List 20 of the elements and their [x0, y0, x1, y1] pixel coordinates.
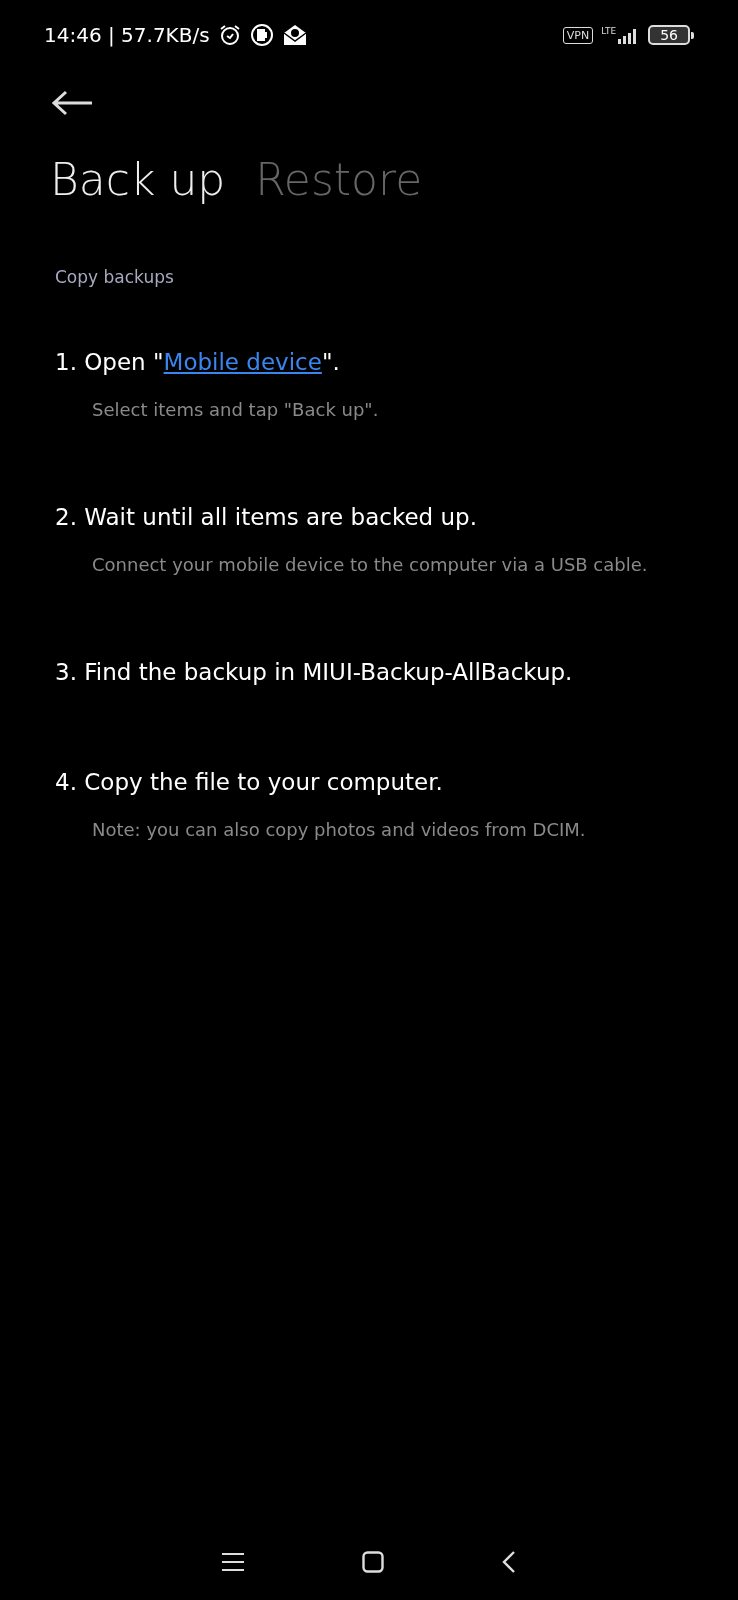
step-title: 1. Open "Mobile device".	[55, 349, 340, 375]
section-title: Copy backups	[55, 267, 174, 287]
step-note: Note: you can also copy photos and videos from DCIM.	[92, 819, 586, 840]
menu-button[interactable]	[222, 1552, 244, 1572]
step-note: Connect your mobile device to the computer via a USB cable.	[92, 554, 648, 575]
tab[interactable]: Restore	[255, 154, 423, 205]
back-button[interactable]	[52, 90, 94, 116]
home-button[interactable]	[362, 1551, 384, 1573]
envelope-icon	[281, 23, 308, 47]
step-title: 2. Wait until all items are backed up.	[55, 504, 477, 530]
status-time: 14:46 | 57.7KB/s	[44, 23, 210, 47]
vpn-indicator: VPN	[562, 26, 594, 44]
tab[interactable]: Back up	[50, 154, 226, 205]
battery-level: 56	[648, 25, 690, 45]
network-type: LTE	[601, 26, 617, 36]
back-nav-button[interactable]	[502, 1550, 516, 1574]
step-note: Select items and tap "Back up".	[92, 399, 379, 420]
mobile-device-link[interactable]: Mobile device	[163, 349, 322, 375]
step-title: 3. Find the backup in MIUI-Backup-AllBackup.	[55, 659, 573, 685]
step-title: 4. Copy the file to your computer.	[55, 769, 443, 795]
